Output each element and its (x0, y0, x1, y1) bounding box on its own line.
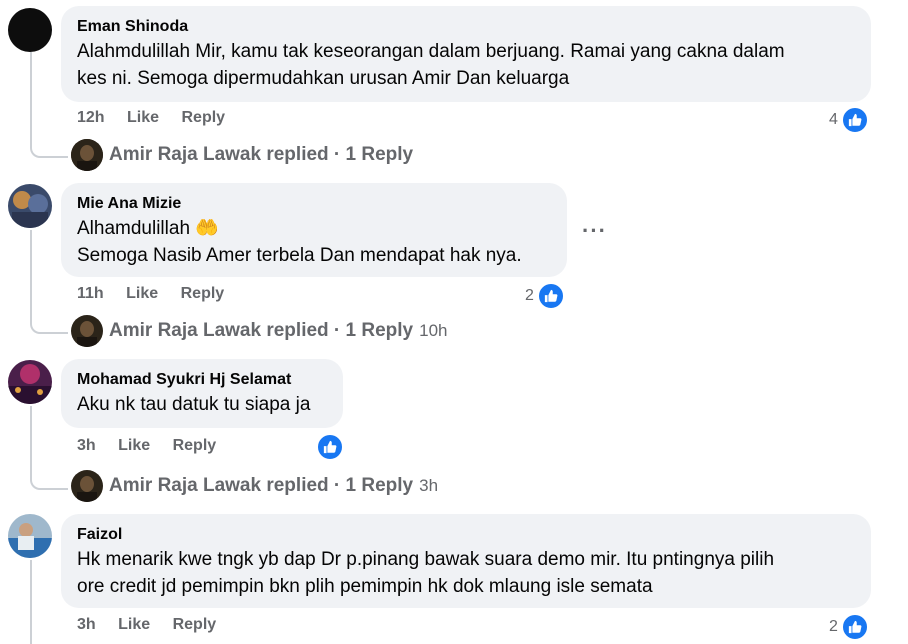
comment-bubble: Mohamad Syukri Hj Selamat Aku nk tau dat… (61, 359, 343, 428)
comment-bubble: Eman Shinoda Alahmdulillah Mir, kamu tak… (61, 6, 871, 102)
comment-author[interactable]: Eman Shinoda (77, 16, 855, 38)
comment-text-line: Aku nk tau datuk tu siapa ja (77, 394, 311, 415)
avatar[interactable] (8, 8, 52, 52)
comment-time[interactable]: 3h (77, 437, 96, 454)
thread-connector (30, 460, 68, 490)
thread-connector (30, 306, 68, 334)
comment-actions: 3h Like Reply (77, 436, 234, 456)
reaction-count: 2 (525, 287, 534, 304)
reply-time: 10h (419, 321, 448, 340)
avatar[interactable] (8, 360, 52, 404)
comment-bubble: Faizol Hk menarik kwe tngk yb dap Dr p.p… (61, 514, 871, 608)
comment-actions: 3h Like Reply (77, 615, 234, 635)
comment-text-line: Semoga Nasib Amer terbela Dan mendapat h… (77, 245, 522, 266)
reaction-summary[interactable]: 2 (829, 613, 869, 641)
avatar (71, 315, 103, 347)
reply-button[interactable]: Reply (173, 437, 217, 454)
comment-actions: 11h Like Reply (77, 284, 242, 304)
reply-summary-text: Amir Raja Lawak replied · 1 Reply (109, 144, 414, 165)
reaction-count: 2 (829, 618, 838, 635)
comment-text-line: Alahmdulillah Mir, kamu tak keseorangan … (77, 41, 785, 62)
like-button[interactable]: Like (118, 616, 150, 633)
reply-time: 3h (419, 476, 439, 495)
comment-author[interactable]: Mohamad Syukri Hj Selamat (77, 369, 327, 391)
avatar[interactable] (8, 184, 52, 228)
comment-text-line: Hk menarik kwe tngk yb dap Dr p.pinang b… (77, 549, 775, 570)
like-button[interactable]: Like (118, 437, 150, 454)
comment-author[interactable]: Mie Ana Mizie (77, 193, 551, 215)
comment-text-line: ore credit jd pemimpin bkn plih pemimpin… (77, 576, 653, 597)
comment-author[interactable]: Faizol (77, 524, 855, 546)
more-options-button[interactable]: ··· (582, 218, 607, 244)
thumbs-up-icon (840, 106, 869, 134)
avatar[interactable] (8, 514, 52, 558)
view-replies-link[interactable]: Amir Raja Lawak replied · 1 Reply 3h (71, 470, 438, 502)
reaction-summary[interactable]: 2 (525, 282, 565, 310)
reply-button[interactable]: Reply (173, 616, 217, 633)
reaction-summary[interactable]: 4 (829, 106, 869, 134)
view-replies-link[interactable]: Amir Raja Lawak replied · 1 Reply (71, 139, 413, 171)
comment-text-line: kes ni. Semoga dipermudahkan urusan Amir… (77, 68, 570, 89)
reply-summary-text: Amir Raja Lawak replied · 1 Reply (109, 320, 414, 341)
comment-bubble: Mie Ana Mizie Alhamdulillah 🤲 Semoga Nas… (61, 183, 567, 277)
comment-actions: 12h Like Reply (77, 108, 243, 128)
reply-summary-text: Amir Raja Lawak replied · 1 Reply (109, 475, 414, 496)
thumbs-up-icon (840, 613, 869, 641)
thumbs-up-icon (536, 282, 565, 310)
thread-line (30, 560, 32, 644)
reply-button[interactable]: Reply (181, 285, 225, 302)
view-replies-link[interactable]: Amir Raja Lawak replied · 1 Reply 10h (71, 315, 448, 347)
reaction-summary[interactable] (316, 433, 344, 461)
like-button[interactable]: Like (127, 109, 159, 126)
like-button[interactable]: Like (126, 285, 158, 302)
comment-time[interactable]: 3h (77, 616, 96, 633)
thumbs-up-icon (316, 433, 344, 461)
comment-text-line: Alhamdulillah 🤲 (77, 218, 219, 239)
avatar (71, 470, 103, 502)
avatar (71, 139, 103, 171)
reaction-count: 4 (829, 111, 838, 128)
comment-time[interactable]: 12h (77, 109, 105, 126)
thread-connector (30, 130, 68, 158)
reply-button[interactable]: Reply (182, 109, 226, 126)
comment-time[interactable]: 11h (77, 285, 104, 302)
